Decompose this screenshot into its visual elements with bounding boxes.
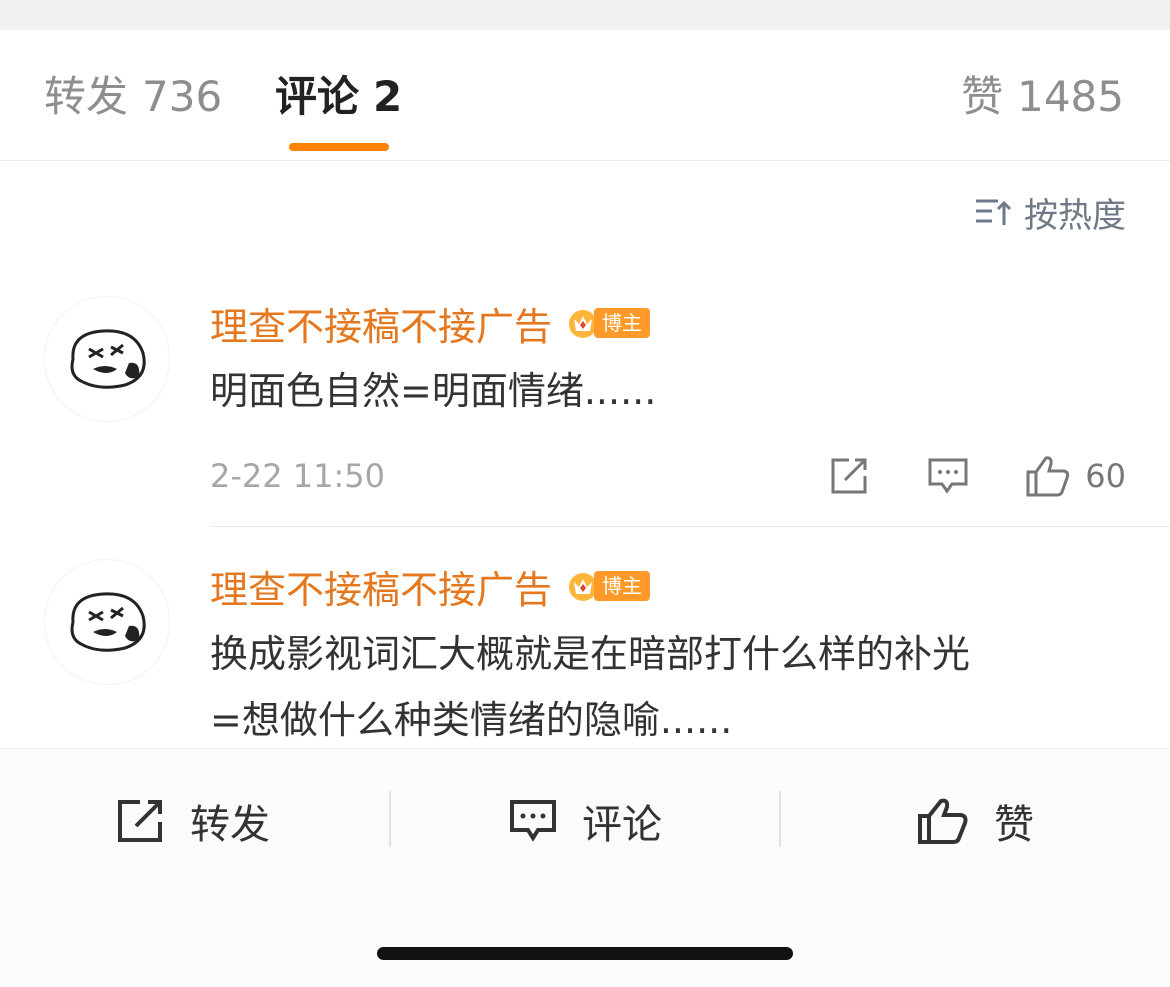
bottom-like-label: 赞 xyxy=(994,802,1034,848)
active-tab-indicator xyxy=(289,143,389,151)
comment-divider xyxy=(210,526,1170,527)
comment-text: 换成影视词汇大概就是在暗部打什么样的补光 =想做什么种类情绪的隐喻...... xyxy=(210,621,970,753)
sort-label: 按热度 xyxy=(1024,195,1126,236)
comment-text-line: =想做什么种类情绪的隐喻...... xyxy=(210,698,733,742)
tab-comment-label: 评论 xyxy=(275,72,360,121)
like-count: 60 xyxy=(1085,457,1126,495)
status-strip xyxy=(0,0,1170,30)
avatar[interactable] xyxy=(44,296,170,422)
tab-comment-count: 2 xyxy=(373,72,403,121)
comment-item: 理查不接稿不接广告 博主 换成影视词汇大概就是在暗部打什么样的补光 =想做什么种… xyxy=(0,555,1170,755)
separator xyxy=(389,791,391,847)
bottom-repost-button[interactable]: 转发 xyxy=(116,791,270,851)
comment-time: 2-22 11:50 xyxy=(210,457,386,495)
tab-like[interactable]: 赞 1485 xyxy=(961,72,1124,122)
badge-label: 博主 xyxy=(594,571,651,601)
tab-comment[interactable]: 评论 2 xyxy=(275,72,402,122)
tab-repost-label: 转发 xyxy=(44,72,129,121)
badge-label: 博主 xyxy=(594,308,651,338)
like-button[interactable]: 60 xyxy=(1025,454,1126,498)
thumbs-up-icon xyxy=(918,798,968,844)
bottom-action-bar: 转发 评论 赞 xyxy=(0,748,1170,987)
tab-like-label: 赞 xyxy=(961,72,1004,121)
comment-icon xyxy=(510,800,556,842)
sort-icon xyxy=(976,199,1012,225)
username[interactable]: 理查不接稿不接广告 xyxy=(210,296,552,351)
bottom-like-button[interactable]: 赞 xyxy=(916,791,1034,851)
comment-icon xyxy=(928,458,968,494)
avatar[interactable] xyxy=(44,559,170,685)
avatar-cartoon-icon xyxy=(70,592,146,652)
bottom-repost-label: 转发 xyxy=(190,802,270,848)
comment-item: 理查不接稿不接广告 博主 明面色自然=明面情绪...... 2-22 11:50 xyxy=(0,292,1170,528)
username[interactable]: 理查不接稿不接广告 xyxy=(210,559,552,614)
tab-repost-count: 736 xyxy=(142,72,223,121)
avatar-cartoon-icon xyxy=(70,329,146,389)
share-icon xyxy=(118,800,162,842)
home-indicator xyxy=(377,947,793,960)
thumbs-up-icon xyxy=(1026,456,1070,497)
comment-text-line: 换成影视词汇大概就是在暗部打什么样的补光 xyxy=(210,632,971,676)
bottom-comment-label: 评论 xyxy=(582,802,662,848)
tab-repost[interactable]: 转发 736 xyxy=(44,72,222,122)
comment-text: 明面色自然=明面情绪...... xyxy=(210,358,656,424)
blogger-badge: 博主 xyxy=(566,569,651,603)
tab-bar: 转发 736 评论 2 赞 1485 xyxy=(0,30,1170,161)
bottom-comment-button[interactable]: 评论 xyxy=(508,791,662,851)
share-icon xyxy=(831,458,867,494)
reply-button[interactable] xyxy=(927,456,969,496)
separator xyxy=(779,791,781,847)
comment-text-line: 明面色自然=明面情绪...... xyxy=(210,369,657,413)
tab-like-count: 1485 xyxy=(1017,72,1124,121)
sort-button[interactable]: 按热度 xyxy=(974,190,1126,236)
repost-button[interactable] xyxy=(829,456,871,496)
blogger-badge: 博主 xyxy=(566,306,651,340)
